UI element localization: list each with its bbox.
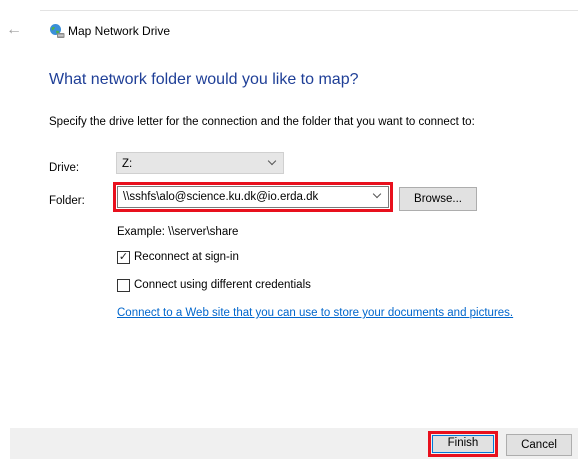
reconnect-label[interactable]: Reconnect at sign-in (134, 249, 239, 265)
credentials-checkbox[interactable] (117, 279, 130, 292)
web-site-link[interactable]: Connect to a Web site that you can use t… (117, 305, 513, 321)
drive-letter-value: Z: (122, 158, 133, 170)
finish-button-label[interactable]: Finish (432, 435, 494, 453)
page-heading: What network folder would you like to ma… (49, 71, 359, 88)
reconnect-checkbox[interactable]: ✓ (117, 251, 130, 264)
drive-label: Drive: (49, 162, 80, 174)
finish-button[interactable]: Finish (428, 431, 498, 457)
folder-example-text: Example: \\server\share (117, 226, 239, 238)
cancel-button[interactable]: Cancel (506, 434, 572, 456)
folder-path-combobox[interactable]: \\sshfs\alo@science.ku.dk@io.erda.dk (113, 182, 393, 212)
chevron-down-icon (267, 156, 277, 166)
map-network-drive-dialog: ← Map Network Drive What network folder … (0, 0, 578, 459)
folder-label: Folder: (49, 195, 85, 207)
network-drive-icon (50, 24, 65, 38)
window-top-edge (40, 10, 578, 11)
browse-button[interactable]: Browse... (399, 187, 477, 211)
drive-letter-select[interactable]: Z: (116, 152, 284, 174)
window-title: Map Network Drive (68, 24, 171, 38)
back-arrow-icon[interactable]: ← (6, 22, 22, 38)
folder-path-value: \\sshfs\alo@science.ku.dk@io.erda.dk (123, 191, 319, 203)
credentials-label[interactable]: Connect using different credentials (134, 277, 311, 293)
chevron-down-icon[interactable] (372, 189, 382, 199)
instruction-text: Specify the drive letter for the connect… (49, 116, 475, 128)
